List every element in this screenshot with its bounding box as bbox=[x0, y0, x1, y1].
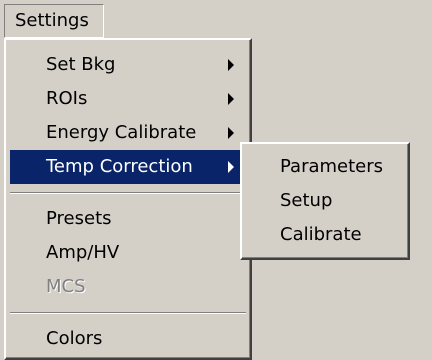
menu-item-energy-calibrate[interactable]: Energy Calibrate bbox=[10, 116, 246, 150]
menu-item-set-bkg[interactable]: Set Bkg bbox=[10, 48, 246, 82]
menu-separator bbox=[10, 192, 246, 194]
menu-item-colors-label: Colors bbox=[46, 328, 103, 349]
menu-item-amp-hv[interactable]: Amp/HV bbox=[10, 236, 246, 270]
menu-item-temp-correction-label: Temp Correction bbox=[46, 156, 193, 177]
menu-item-presets-label: Presets bbox=[46, 208, 112, 229]
settings-dropdown-menu: Set Bkg ROIs Energy Calibrate Temp Corre… bbox=[4, 38, 252, 360]
submenu-item-calibrate[interactable]: Calibrate bbox=[246, 218, 406, 252]
submenu-arrow-icon bbox=[228, 93, 234, 105]
menu-item-presets[interactable]: Presets bbox=[10, 202, 246, 236]
menu-item-rois-label: ROIs bbox=[46, 88, 88, 109]
submenu-item-parameters[interactable]: Parameters bbox=[246, 150, 406, 184]
submenu-item-parameters-label: Parameters bbox=[280, 156, 384, 177]
menu-item-energy-calibrate-label: Energy Calibrate bbox=[46, 122, 197, 143]
submenu-arrow-icon bbox=[228, 161, 234, 173]
temp-correction-submenu: Parameters Setup Calibrate bbox=[240, 142, 410, 260]
submenu-item-setup[interactable]: Setup bbox=[246, 184, 406, 218]
menu-item-rois[interactable]: ROIs bbox=[10, 82, 246, 116]
submenu-item-setup-label: Setup bbox=[280, 190, 333, 211]
menu-bar: Settings bbox=[0, 0, 432, 40]
menu-item-temp-correction[interactable]: Temp Correction bbox=[10, 150, 246, 184]
menu-item-amp-hv-label: Amp/HV bbox=[46, 242, 120, 263]
submenu-arrow-icon bbox=[228, 59, 234, 71]
menu-item-set-bkg-label: Set Bkg bbox=[46, 54, 116, 75]
submenu-item-calibrate-label: Calibrate bbox=[280, 224, 362, 245]
menu-item-mcs-label: MCS bbox=[46, 276, 86, 297]
submenu-arrow-icon bbox=[228, 127, 234, 139]
menu-item-mcs: MCS bbox=[10, 270, 246, 304]
menu-item-colors[interactable]: Colors bbox=[10, 322, 246, 356]
menu-separator bbox=[10, 312, 246, 314]
menu-settings[interactable]: Settings bbox=[4, 4, 104, 38]
